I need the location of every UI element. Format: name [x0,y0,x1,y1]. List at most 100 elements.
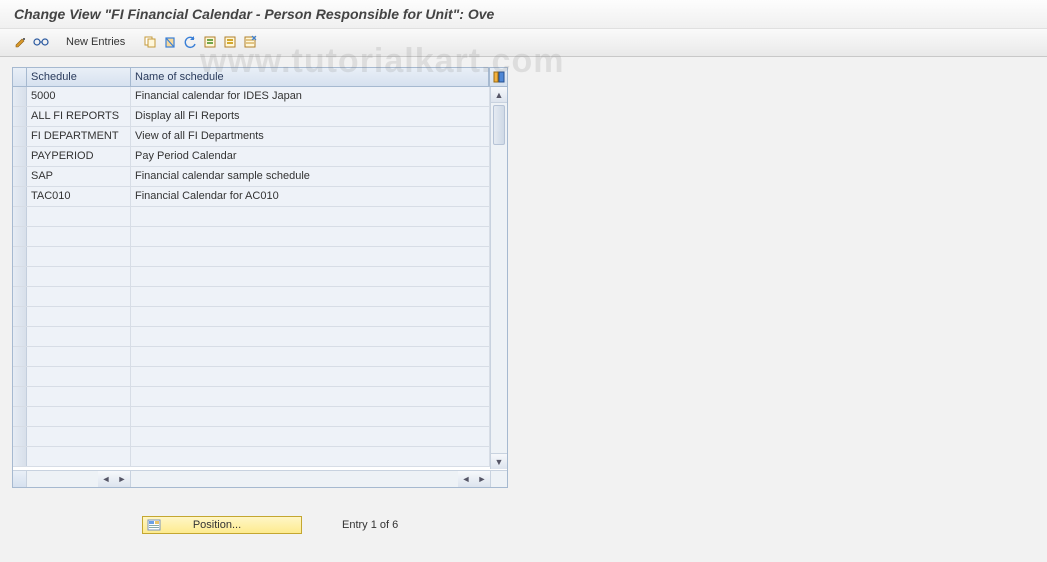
row-selector[interactable] [13,127,27,146]
table-body: 5000Financial calendar for IDES JapanALL… [13,87,507,487]
cell-name[interactable] [131,307,490,326]
table-row: 5000Financial calendar for IDES Japan [13,87,490,107]
cell-schedule[interactable]: 5000 [27,87,131,106]
cell-name[interactable] [131,227,490,246]
position-button[interactable]: Position... [142,516,302,534]
row-selector[interactable] [13,87,27,106]
copy-icon[interactable] [141,33,159,51]
hscroll-col2[interactable]: ◄ ► [131,471,490,487]
cell-schedule[interactable]: TAC010 [27,187,131,206]
new-entries-button[interactable]: New Entries [60,34,131,50]
cell-schedule[interactable] [27,207,131,226]
cell-name[interactable] [131,207,490,226]
row-selector[interactable] [13,407,27,426]
row-selector[interactable] [13,327,27,346]
vertical-scrollbar[interactable]: ▲ ▼ [490,87,507,469]
row-selector[interactable] [13,107,27,126]
horizontal-scrollbar[interactable]: ◄ ► ◄ ► [13,470,507,487]
row-selector[interactable] [13,387,27,406]
hscroll-corner [13,471,27,487]
delete-icon[interactable] [161,33,179,51]
cell-name[interactable] [131,347,490,366]
cell-schedule[interactable] [27,327,131,346]
row-selector[interactable] [13,227,27,246]
hscroll-right2[interactable]: ► [474,471,490,487]
cell-name[interactable] [131,447,490,466]
scroll-thumb[interactable] [493,105,505,145]
position-icon [146,518,162,532]
hscroll-track1[interactable] [27,471,98,487]
deselect-all-icon[interactable] [241,33,259,51]
row-selector[interactable] [13,367,27,386]
cell-name[interactable] [131,387,490,406]
scroll-down-button[interactable]: ▼ [491,453,507,469]
position-button-label: Position... [193,519,241,531]
cell-name[interactable] [131,367,490,386]
cell-schedule[interactable] [27,267,131,286]
cell-schedule[interactable] [27,307,131,326]
cell-name[interactable] [131,267,490,286]
schedule-table: Schedule Name of schedule 5000Financial … [12,67,508,488]
toggle-display-change-icon[interactable] [12,33,30,51]
cell-name[interactable]: Financial Calendar for AC010 [131,187,490,206]
row-selector[interactable] [13,447,27,466]
cell-schedule[interactable] [27,447,131,466]
footer-bar: Position... Entry 1 of 6 [12,516,1035,534]
cell-schedule[interactable] [27,367,131,386]
row-selector[interactable] [13,427,27,446]
column-header-schedule[interactable]: Schedule [27,68,131,86]
cell-name[interactable] [131,327,490,346]
undo-icon[interactable] [181,33,199,51]
hscroll-col1[interactable]: ◄ ► [27,471,131,487]
cell-schedule[interactable] [27,287,131,306]
select-all-icon[interactable] [201,33,219,51]
cell-name[interactable]: Display all FI Reports [131,107,490,126]
cell-name[interactable]: Financial calendar sample schedule [131,167,490,186]
cell-schedule[interactable]: PAYPERIOD [27,147,131,166]
cell-name[interactable] [131,247,490,266]
row-selector[interactable] [13,147,27,166]
cell-schedule[interactable] [27,347,131,366]
row-selector[interactable] [13,207,27,226]
table-row: PAYPERIODPay Period Calendar [13,147,490,167]
cell-schedule[interactable] [27,407,131,426]
cell-schedule[interactable]: SAP [27,167,131,186]
app-toolbar: New Entries [0,29,1047,57]
table-header-row: Schedule Name of schedule [13,68,507,87]
cell-name[interactable] [131,427,490,446]
cell-schedule[interactable]: FI DEPARTMENT [27,127,131,146]
cell-schedule[interactable] [27,427,131,446]
hscroll-left2[interactable]: ◄ [458,471,474,487]
table-row [13,407,490,427]
table-settings-icon[interactable] [489,68,507,86]
hscroll-right1[interactable]: ► [114,471,130,487]
table-row [13,387,490,407]
row-selector[interactable] [13,307,27,326]
row-selector-header[interactable] [13,68,27,86]
row-selector[interactable] [13,287,27,306]
cell-name[interactable]: View of all FI Departments [131,127,490,146]
row-selector[interactable] [13,267,27,286]
table-row [13,427,490,447]
cell-name[interactable] [131,287,490,306]
scroll-up-button[interactable]: ▲ [491,87,507,103]
cell-schedule[interactable]: ALL FI REPORTS [27,107,131,126]
scroll-track[interactable] [491,103,507,453]
row-selector[interactable] [13,347,27,366]
table-row [13,447,490,467]
hscroll-track2[interactable] [131,471,458,487]
hscroll-left1[interactable]: ◄ [98,471,114,487]
hscroll-corner-right [490,471,507,487]
row-selector[interactable] [13,167,27,186]
row-selector[interactable] [13,187,27,206]
row-selector[interactable] [13,247,27,266]
cell-name[interactable]: Financial calendar for IDES Japan [131,87,490,106]
cell-schedule[interactable] [27,387,131,406]
cell-schedule[interactable] [27,247,131,266]
cell-schedule[interactable] [27,227,131,246]
column-header-name[interactable]: Name of schedule [131,68,489,86]
select-block-icon[interactable] [221,33,239,51]
cell-name[interactable]: Pay Period Calendar [131,147,490,166]
details-glasses-icon[interactable] [32,33,50,51]
cell-name[interactable] [131,407,490,426]
